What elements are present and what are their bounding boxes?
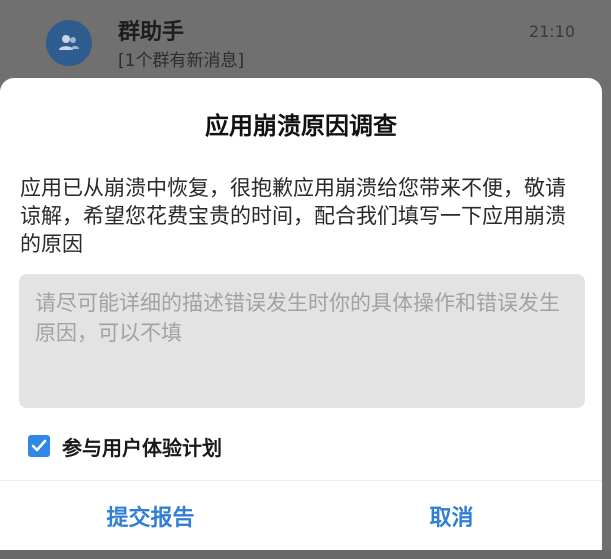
cancel-button[interactable]: 取消 (301, 481, 602, 550)
chat-title: 群助手 (118, 20, 185, 45)
dialog-button-bar: 提交报告 取消 (0, 480, 602, 550)
crash-reason-input[interactable]: 请尽可能详细的描述错误发生时你的具体操作和错误发生原因，可以不填 (19, 274, 585, 408)
chat-list-item-group-helper[interactable]: 群助手 [1个群有新消息] 21:10 (0, 0, 611, 80)
submit-report-button[interactable]: 提交报告 (0, 481, 301, 550)
dialog-message: 应用已从崩溃中恢复，很抱歉应用崩溃给您带来不便，敬请谅解，希望您花费宝贵的时间，… (20, 176, 566, 256)
checkbox-label: 参与用户体验计划 (62, 435, 222, 460)
overlay-strip (0, 550, 611, 559)
chat-preview: [1个群有新消息] (118, 51, 245, 71)
group-chat-icon (46, 20, 92, 66)
crash-survey-dialog: 应用崩溃原因调查 应用已从崩溃中恢复，很抱歉应用崩溃给您带来不便，敬请谅解，希望… (0, 78, 602, 550)
chat-time: 21:10 (528, 22, 575, 41)
checkbox-checked-icon[interactable] (28, 435, 50, 457)
dialog-title: 应用崩溃原因调查 (205, 112, 397, 140)
user-experience-checkbox-row[interactable]: 参与用户体验计划 (28, 432, 222, 460)
